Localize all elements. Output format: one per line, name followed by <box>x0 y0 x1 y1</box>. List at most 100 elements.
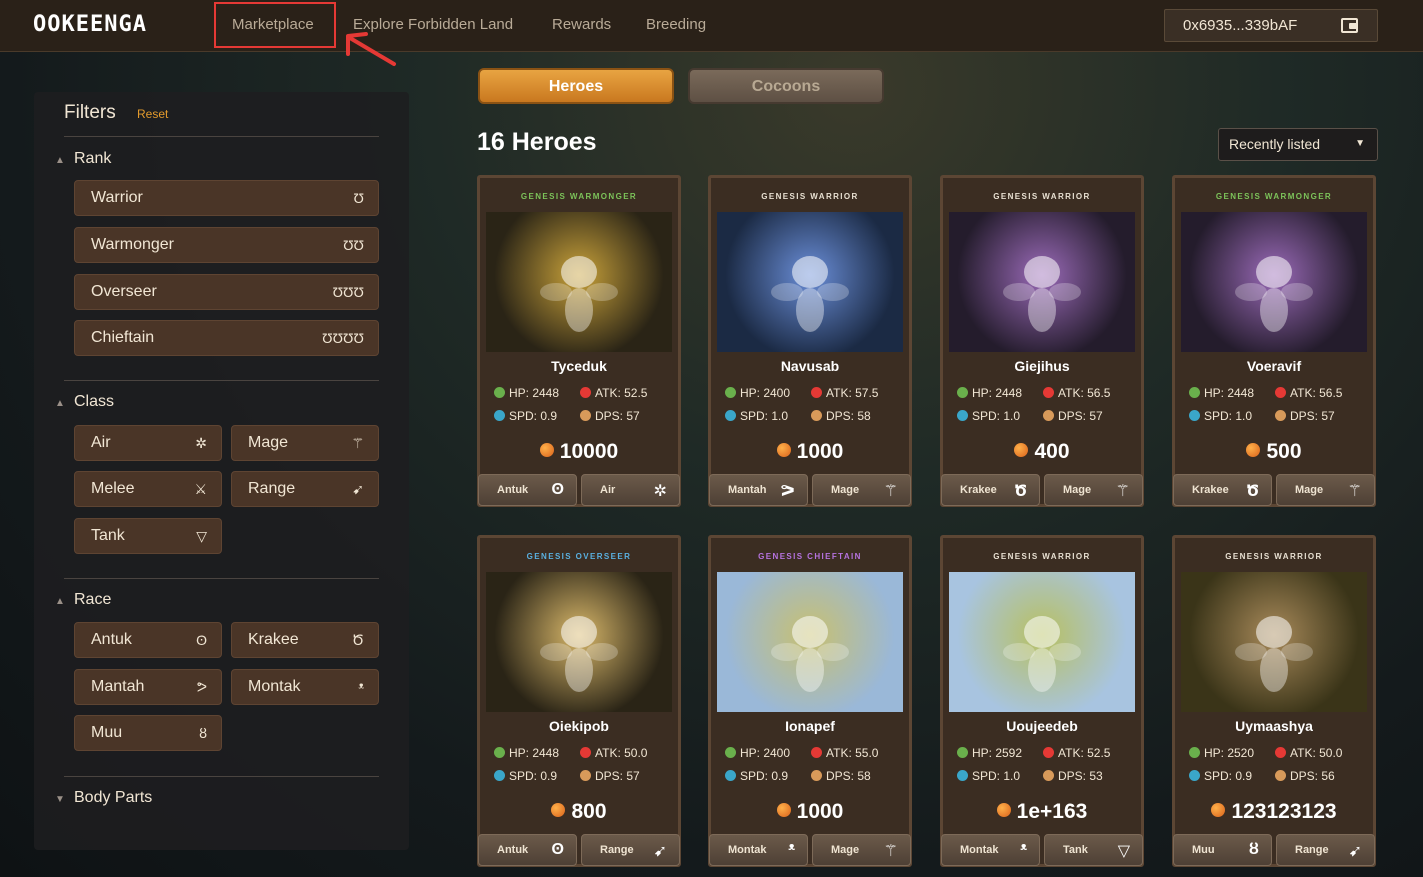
race-icon: ȣ <box>1248 841 1259 858</box>
filters-title: Filters <box>64 102 116 123</box>
hero-name: Navusab <box>780 358 840 374</box>
filter-class-tank[interactable]: Tank ▽ <box>74 518 222 554</box>
hero-race-button[interactable]: Krakee Ծ <box>941 474 1040 506</box>
price-value: 400 <box>1034 440 1070 463</box>
hero-race-button[interactable]: Antuk ʘ <box>478 474 577 506</box>
hero-card[interactable]: GENESIS WARMONGER Tyceduk HP: 2448 ATK: … <box>477 175 681 507</box>
hero-price: 123123123 <box>1175 800 1373 824</box>
hero-class-button[interactable]: Tank ▽ <box>1044 834 1143 866</box>
atk-value: ATK: 56.5 <box>1058 386 1111 400</box>
filter-label: Krakee <box>248 631 299 648</box>
hero-card[interactable]: GENESIS WARRIOR Giejihus HP: 2448 ATK: 5… <box>940 175 1144 507</box>
hp-value: HP: 2400 <box>740 386 791 400</box>
hero-price: 500 <box>1175 440 1373 464</box>
hero-race-button[interactable]: Antuk ʘ <box>478 834 577 866</box>
rank-warmonger-icon: ƱƱ <box>343 237 364 253</box>
race-section-toggle[interactable]: ▲ Race <box>55 591 111 609</box>
price-value: 500 <box>1266 440 1302 463</box>
dps-value: DPS: 56 <box>1290 769 1335 783</box>
filter-race-muu[interactable]: Muu ȣ <box>74 715 222 751</box>
tab-cocoons[interactable]: Cocoons <box>688 68 884 104</box>
atk-icon <box>811 387 822 398</box>
coin-icon <box>539 443 554 457</box>
hero-price: 400 <box>943 440 1141 464</box>
filter-rank-overseer[interactable]: Overseer ƱƱƱ <box>74 274 379 310</box>
hero-class-button[interactable]: Mage ⚚ <box>812 474 911 506</box>
class-label: Mage <box>1295 484 1324 496</box>
spd-value: SPD: 1.0 <box>972 409 1021 423</box>
hero-race-button[interactable]: Krakee Ծ <box>1173 474 1272 506</box>
coin-icon <box>776 803 791 817</box>
hp-stat: HP: 2592 <box>957 746 1022 760</box>
caret-up-icon: ▲ <box>55 398 65 409</box>
filter-rank-chieftain[interactable]: Chieftain ƱƱƱƱ <box>74 320 379 356</box>
wallet-address-button[interactable]: 0x6935...339bAF <box>1164 9 1378 42</box>
rank-section-toggle[interactable]: ▲ Rank <box>55 150 111 168</box>
filter-label: Antuk <box>91 631 132 648</box>
hero-portrait <box>717 212 903 352</box>
divider <box>64 776 379 777</box>
class-section-toggle[interactable]: ▲ Class <box>55 393 114 411</box>
class-icon: ⚚ <box>1347 483 1362 500</box>
filter-race-mantah[interactable]: Mantah ᕗ <box>74 669 222 705</box>
hero-class-button[interactable]: Air ✲ <box>581 474 680 506</box>
hp-icon <box>1189 747 1200 758</box>
filter-class-mage[interactable]: Mage ⚚ <box>231 425 379 461</box>
hero-card[interactable]: GENESIS WARRIOR Navusab HP: 2400 ATK: 57… <box>708 175 912 507</box>
spd-value: SPD: 1.0 <box>1204 409 1253 423</box>
body-parts-section-toggle[interactable]: ▼ Body Parts <box>55 789 152 807</box>
spd-stat: SPD: 1.0 <box>957 409 1020 423</box>
filter-class-melee[interactable]: Melee ⚔ <box>74 471 222 507</box>
filter-class-range[interactable]: Range ➹ <box>231 471 379 507</box>
hero-portrait <box>949 572 1135 712</box>
price-value: 10000 <box>559 440 619 463</box>
hero-race-button[interactable]: Muu ȣ <box>1173 834 1272 866</box>
hero-card[interactable]: GENESIS OVERSEER Oiekipob HP: 2448 ATK: … <box>477 535 681 867</box>
hero-race-button[interactable]: Montak ᵜ <box>709 834 808 866</box>
coin-icon <box>551 803 566 817</box>
hero-class-button[interactable]: Range ➹ <box>581 834 680 866</box>
tab-heroes[interactable]: Heroes <box>478 68 674 104</box>
hero-figure-icon <box>1003 256 1081 332</box>
filter-rank-warmonger[interactable]: Warmonger ƱƱ <box>74 227 379 263</box>
hero-class-button[interactable]: Range ➹ <box>1276 834 1375 866</box>
hero-class-button[interactable]: Mage ⚚ <box>1276 474 1375 506</box>
spd-icon <box>1189 770 1200 781</box>
hp-stat: HP: 2520 <box>1189 746 1254 760</box>
spd-stat: SPD: 1.0 <box>957 769 1020 783</box>
hero-card[interactable]: GENESIS WARMONGER Voeravif HP: 2448 ATK:… <box>1172 175 1376 507</box>
hp-stat: HP: 2400 <box>725 386 790 400</box>
hero-card[interactable]: GENESIS WARRIOR Uymaashya HP: 2520 ATK: … <box>1172 535 1376 867</box>
filter-race-krakee[interactable]: Krakee Ծ <box>231 622 379 658</box>
melee-class-icon: ⚔ <box>194 481 207 497</box>
hp-value: HP: 2448 <box>972 386 1023 400</box>
sort-dropdown[interactable]: Recently listed ▼ <box>1218 128 1378 161</box>
hero-price: 1e+163 <box>943 800 1141 824</box>
filter-label: Tank <box>91 527 125 544</box>
spd-value: SPD: 1.0 <box>972 769 1021 783</box>
race-icon: ʘ <box>551 481 564 498</box>
hero-card[interactable]: GENESIS WARRIOR Uoujeedeb HP: 2592 ATK: … <box>940 535 1144 867</box>
class-icon: ⚚ <box>883 483 898 500</box>
nav-rewards[interactable]: Rewards <box>552 16 611 33</box>
price-value: 123123123 <box>1231 800 1337 823</box>
hp-icon <box>725 747 736 758</box>
hero-race-button[interactable]: Montak ᵜ <box>941 834 1040 866</box>
filter-race-montak[interactable]: Montak ᵜ <box>231 669 379 705</box>
hero-class-button[interactable]: Mage ⚚ <box>812 834 911 866</box>
hero-price: 1000 <box>711 440 909 464</box>
hero-card[interactable]: GENESIS CHIEFTAIN Ionapef HP: 2400 ATK: … <box>708 535 912 867</box>
hero-price: 800 <box>480 800 678 824</box>
reset-filters-link[interactable]: Reset <box>137 107 168 121</box>
hero-figure-icon <box>540 616 618 692</box>
filter-class-air[interactable]: Air ✲ <box>74 425 222 461</box>
atk-icon <box>1275 387 1286 398</box>
hero-race-button[interactable]: Mantah ᕗ <box>709 474 808 506</box>
muu-race-icon: ȣ <box>199 725 207 741</box>
filter-race-antuk[interactable]: Antuk ʘ <box>74 622 222 658</box>
ookeenga-logo[interactable]: OOKEENGA <box>33 12 147 37</box>
nav-breeding[interactable]: Breeding <box>646 16 706 33</box>
hero-class-button[interactable]: Mage ⚚ <box>1044 474 1143 506</box>
class-label: Mage <box>831 484 860 496</box>
filter-rank-warrior[interactable]: Warrior Ʊ <box>74 180 379 216</box>
